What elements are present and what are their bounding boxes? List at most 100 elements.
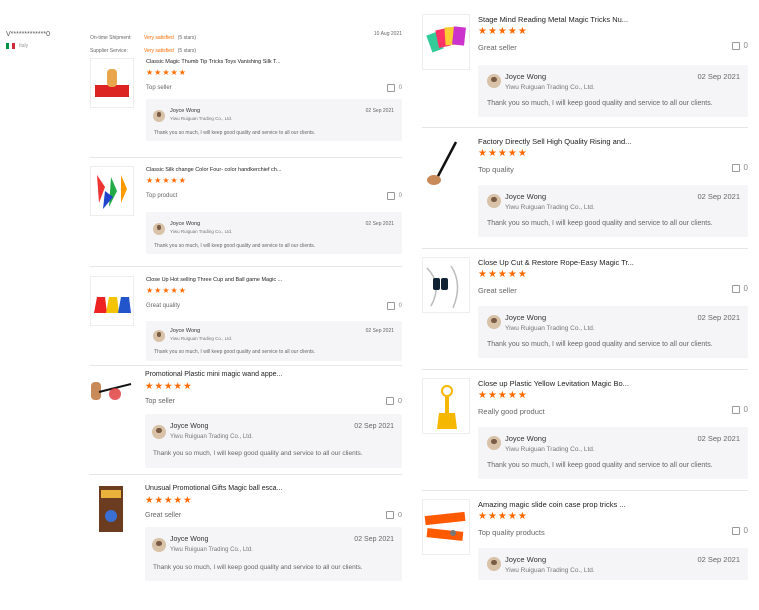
like-button[interactable]: 0: [731, 405, 748, 414]
reply-company: Yiwu Ruiguan Trading Co., Ltd.: [170, 336, 233, 341]
reply-name: Joyce Wong: [170, 328, 201, 334]
product-thumbnail[interactable]: [422, 257, 470, 313]
review-tag: Top seller: [145, 398, 175, 405]
service-label: Supplier Service:: [90, 47, 128, 54]
product-title-link[interactable]: Close up Plastic Yellow Levitation Magic…: [478, 379, 629, 388]
rating-stars: ★★★★★: [146, 286, 187, 295]
product-thumbnail[interactable]: [422, 14, 470, 70]
reply-date: 02 Sep 2021: [354, 423, 394, 430]
italy-flag-icon: [6, 43, 15, 49]
like-button[interactable]: 0: [386, 192, 402, 200]
service-value: Very satisfied: [144, 47, 174, 54]
review-tag: Great seller: [478, 43, 517, 52]
reply-company: Yiwu Ruiguan Trading Co., Ltd.: [505, 84, 595, 91]
like-count: 0: [397, 396, 402, 405]
service-count: (5 stars): [177, 47, 197, 54]
buyer-country: Italy: [19, 43, 29, 49]
product-review: Close up Plastic Yellow Levitation Magic…: [422, 378, 748, 484]
like-count: 0: [398, 303, 402, 309]
product-title-link[interactable]: Stage Mind Reading Metal Magic Tricks Nu…: [478, 15, 628, 24]
divider: [89, 474, 402, 475]
product-thumbnail[interactable]: [422, 378, 470, 434]
like-button[interactable]: 0: [731, 163, 748, 172]
rating-stars: ★★★★★: [145, 381, 193, 392]
product-title-link[interactable]: Promotional Plastic mini magic wand appe…: [145, 371, 282, 378]
like-button[interactable]: 0: [731, 526, 748, 535]
divider: [422, 248, 748, 249]
reply-name: Joyce Wong: [170, 536, 209, 543]
avatar: [487, 315, 501, 329]
reply-message: Thank you so much, I will keep good qual…: [487, 220, 713, 227]
review-tag: Great quality: [146, 303, 181, 309]
shipment-rating: On-time Shipment: Very satisfied (5 star…: [90, 31, 402, 44]
product-title-link[interactable]: Close Up Hot selling Three Cup and Ball …: [146, 277, 282, 283]
reply-date: 02 Sep 2021: [365, 108, 394, 114]
reply-company: Yiwu Ruiguan Trading Co., Ltd.: [505, 567, 595, 574]
like-button[interactable]: 0: [731, 41, 748, 50]
product-title-link[interactable]: Amazing magic slide coin case prop trick…: [478, 500, 626, 509]
supplier-reply: Joyce Wong Yiwu Ruiguan Trading Co., Ltd…: [146, 99, 402, 141]
product-thumbnail[interactable]: [90, 58, 134, 108]
reply-company: Yiwu Ruiguan Trading Co., Ltd.: [170, 116, 233, 121]
like-count: 0: [743, 284, 748, 293]
avatar: [153, 330, 165, 342]
review-tag: Top quality: [478, 165, 514, 174]
review-tag: Top seller: [146, 85, 172, 91]
reply-company: Yiwu Ruiguan Trading Co., Ltd.: [170, 434, 253, 440]
avatar: [153, 110, 165, 122]
shipment-count: (5 stars): [177, 34, 197, 41]
reply-date: 02 Sep 2021: [365, 221, 394, 227]
review-tag: Great seller: [145, 512, 182, 519]
product-title-link[interactable]: Classic Silk change Color Four- color ha…: [146, 167, 281, 173]
like-button[interactable]: 0: [385, 510, 402, 519]
like-count: 0: [398, 85, 402, 91]
review-tag: Top quality products: [478, 528, 545, 537]
avatar: [487, 194, 501, 208]
product-title-link[interactable]: Unusual Promotional Gifts Magic ball esc…: [145, 485, 282, 492]
avatar: [152, 538, 166, 552]
supplier-reply: Joyce Wong Yiwu Ruiguan Trading Co., Ltd…: [478, 185, 748, 237]
product-thumbnail[interactable]: [90, 276, 134, 326]
product-thumbnail[interactable]: [89, 484, 133, 536]
product-review: Amazing magic slide coin case prop trick…: [422, 499, 748, 583]
product-thumbnail[interactable]: [89, 370, 133, 420]
like-count: 0: [743, 526, 748, 535]
product-thumbnail[interactable]: [422, 499, 470, 555]
reply-name: Joyce Wong: [505, 434, 547, 443]
thumbs-up-icon: [385, 510, 394, 519]
shipment-label: On-time Shipment:: [90, 34, 132, 41]
like-button[interactable]: 0: [386, 302, 402, 310]
divider: [90, 157, 402, 158]
reply-name: Joyce Wong: [505, 192, 547, 201]
avatar: [487, 74, 501, 88]
like-button[interactable]: 0: [386, 84, 402, 92]
product-title-link[interactable]: Factory Directly Sell High Quality Risin…: [478, 137, 631, 146]
buyer-name: V*************0: [6, 31, 50, 38]
product-review: Classic Silk change Color Four- color ha…: [90, 166, 402, 258]
review-date: 10 Aug 2021: [373, 31, 402, 37]
reply-company: Yiwu Ruiguan Trading Co., Ltd.: [505, 204, 595, 211]
product-title-link[interactable]: Close Up Cut & Restore Rope-Easy Magic T…: [478, 258, 634, 267]
like-count: 0: [398, 193, 402, 199]
rating-stars: ★★★★★: [145, 495, 193, 506]
like-button[interactable]: 0: [731, 284, 748, 293]
thumbs-up-icon: [386, 84, 395, 92]
like-count: 0: [397, 510, 402, 519]
thumbs-up-icon: [731, 526, 740, 535]
product-thumbnail[interactable]: [90, 166, 134, 216]
service-rating: Supplier Service: Very satisfied (5 star…: [90, 44, 402, 57]
supplier-reply: Joyce Wong Yiwu Ruiguan Trading Co., Ltd…: [478, 65, 748, 117]
avatar: [487, 557, 501, 571]
like-count: 0: [743, 405, 748, 414]
reply-message: Thank you so much, I will keep good qual…: [153, 450, 363, 457]
product-title-link[interactable]: Classic Magic Thumb Tip Tricks Toys Vani…: [146, 59, 280, 65]
product-review: Factory Directly Sell High Quality Risin…: [422, 136, 748, 242]
supplier-reply: Joyce Wong Yiwu Ruiguan Trading Co., Ltd…: [146, 212, 402, 254]
product-review: Classic Magic Thumb Tip Tricks Toys Vani…: [90, 58, 402, 150]
like-button[interactable]: 0: [385, 396, 402, 405]
product-thumbnail[interactable]: [422, 136, 468, 190]
product-review: Stage Mind Reading Metal Magic Tricks Nu…: [422, 14, 748, 120]
thumbs-up-icon: [386, 192, 395, 200]
like-count: 0: [743, 41, 748, 50]
thumbs-up-icon: [385, 396, 394, 405]
